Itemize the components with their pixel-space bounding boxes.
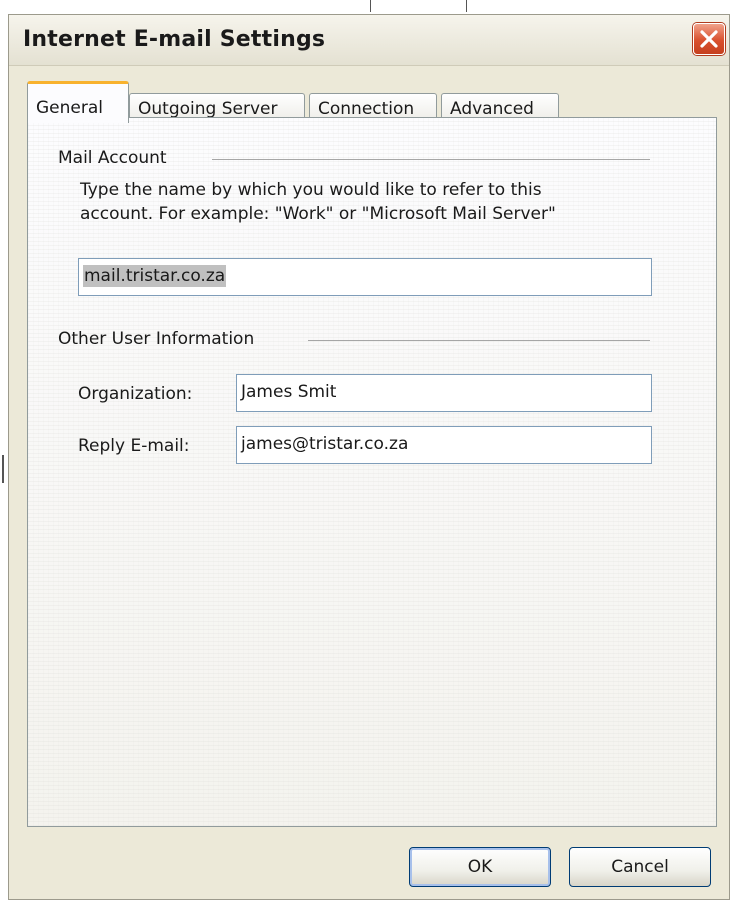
account-name-value: mail.tristar.co.za [83,265,227,287]
organization-input[interactable]: James Smit [236,374,652,412]
reply-email-input[interactable]: james@tristar.co.za [236,426,652,464]
description-line-2: account. For example: "Work" or "Microso… [80,204,556,224]
general-tab-panel: Mail Account Type the name by which you … [27,117,717,827]
close-icon [700,30,718,48]
mail-account-divider [212,159,650,160]
background-edge-mark [466,0,467,12]
mail-account-group-label: Mail Account [58,148,167,168]
dialog-window: Internet E-mail Settings General Outgoin… [8,14,730,900]
account-name-input[interactable]: mail.tristar.co.za [78,258,652,296]
title-bar[interactable]: Internet E-mail Settings [9,15,729,66]
ok-button[interactable]: OK [409,847,551,887]
other-user-info-group-label: Other User Information [58,329,255,349]
cancel-button[interactable]: Cancel [569,847,711,887]
background-edge-mark [370,0,371,12]
mail-account-description: Type the name by which you would like to… [80,178,670,226]
close-button[interactable] [693,23,725,55]
background-edge-mark [2,455,4,483]
tab-general[interactable]: General [27,81,129,123]
description-line-1: Type the name by which you would like to… [80,180,542,200]
organization-label: Organization: [78,384,193,404]
other-user-info-divider [308,340,650,341]
reply-email-label: Reply E-mail: [78,436,190,456]
window-title: Internet E-mail Settings [23,27,326,52]
